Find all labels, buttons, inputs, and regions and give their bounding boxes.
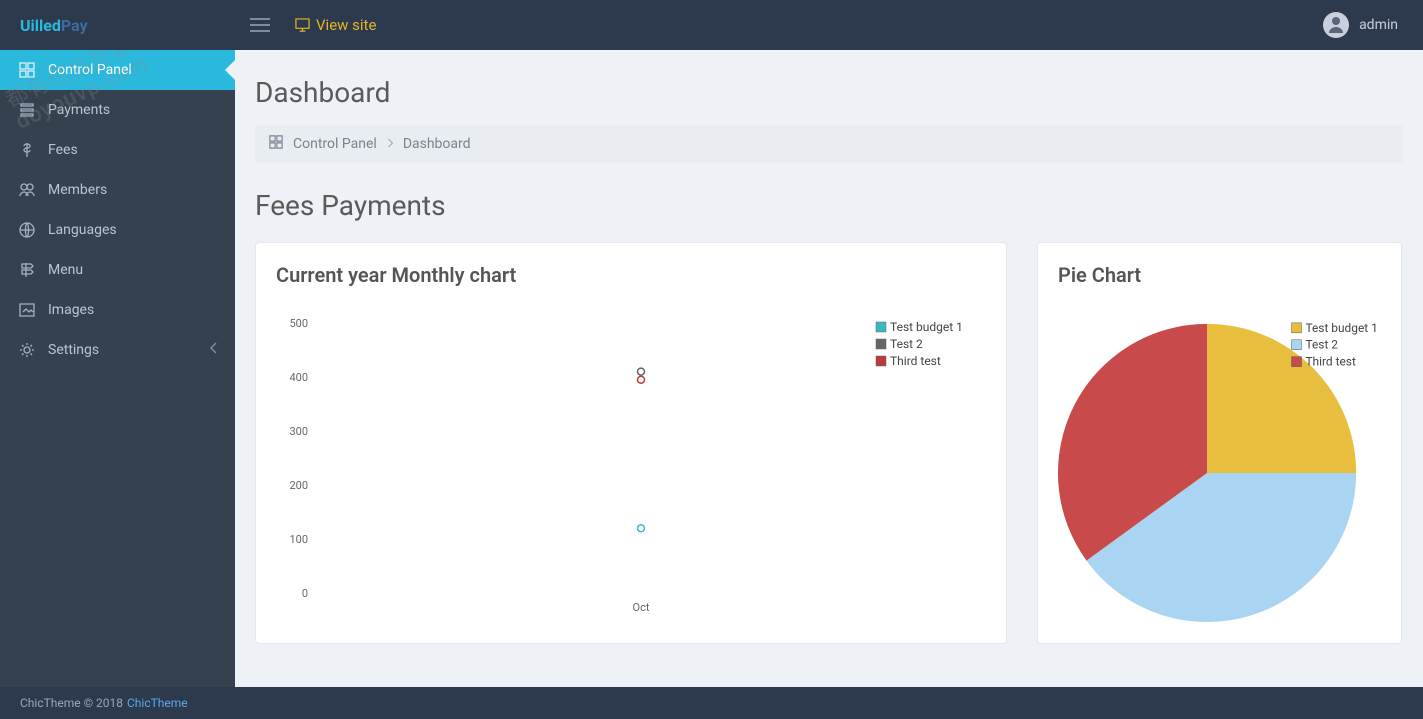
- footer-link[interactable]: ChicTheme: [127, 696, 188, 710]
- pie-chart-title: Pie Chart: [1058, 263, 1381, 287]
- brand-part1: Uilled: [20, 16, 61, 35]
- sidebar-item-menu[interactable]: Menu: [0, 250, 235, 290]
- sidebar-item-label: Payments: [48, 102, 110, 118]
- image-icon: [18, 301, 36, 319]
- username: admin: [1359, 17, 1398, 33]
- sidebar-item-images[interactable]: Images: [0, 290, 235, 330]
- brand-logo[interactable]: UilledPay: [0, 0, 235, 50]
- svg-text:Test budget 1: Test budget 1: [1305, 321, 1377, 335]
- sidebar-item-fees[interactable]: Fees: [0, 130, 235, 170]
- footer-text: ChicTheme © 2018: [20, 696, 123, 710]
- view-site-label: View site: [316, 16, 376, 34]
- breadcrumb-dashboard: Dashboard: [403, 136, 471, 152]
- breadcrumb: Control Panel Dashboard: [255, 125, 1403, 163]
- breadcrumb-control-panel[interactable]: Control Panel: [293, 136, 377, 152]
- svg-text:100: 100: [289, 533, 308, 546]
- svg-text:300: 300: [289, 425, 308, 438]
- sidebar-item-control-panel[interactable]: Control Panel: [0, 50, 235, 90]
- monthly-chart-card: Current year Monthly chart 0 100 200 300 400…: [255, 242, 1007, 644]
- svg-text:Test 2: Test 2: [890, 337, 923, 351]
- svg-text:Oct: Oct: [633, 601, 650, 614]
- dollar-icon: [18, 141, 36, 159]
- hamburger-icon: [250, 18, 270, 32]
- person-icon: [1327, 16, 1345, 34]
- svg-text:Test budget 1: Test budget 1: [890, 320, 963, 334]
- content: Dashboard Control Panel Dashboard Fees P…: [235, 50, 1423, 687]
- cards-row: Current year Monthly chart 0 100 200 300 400…: [255, 242, 1403, 644]
- svg-text:Third test: Third test: [1305, 355, 1356, 369]
- monthly-chart: 0 100 200 300 400 500 Oct Test budget 1 Test 2 Th…: [276, 303, 986, 623]
- footer: ChicTheme © 2018 ChicTheme: [0, 687, 1423, 719]
- monthly-chart-title: Current year Monthly chart: [276, 263, 986, 287]
- avatar: [1323, 12, 1349, 38]
- section-title: Fees Payments: [255, 189, 1403, 222]
- chevron-left-icon: [209, 342, 217, 358]
- users-icon: [18, 181, 36, 199]
- grid-icon: [269, 135, 283, 153]
- user-menu[interactable]: admin: [1323, 12, 1423, 38]
- svg-text:0: 0: [302, 587, 308, 600]
- gear-icon: [18, 341, 36, 359]
- signpost-icon: [18, 261, 36, 279]
- view-site-link[interactable]: View site: [285, 16, 386, 34]
- sidebar-item-label: Settings: [48, 342, 99, 358]
- list-icon: [18, 101, 36, 119]
- sidebar-item-label: Members: [48, 182, 107, 198]
- grid-icon: [18, 61, 36, 79]
- svg-text:Third test: Third test: [890, 354, 941, 368]
- sidebar-toggle[interactable]: [235, 0, 285, 50]
- sidebar-item-payments[interactable]: Payments: [0, 90, 235, 130]
- sidebar-item-label: Images: [48, 302, 94, 318]
- monitor-icon: [295, 18, 310, 33]
- svg-text:400: 400: [289, 371, 308, 384]
- sidebar-item-label: Languages: [48, 222, 117, 238]
- pie-chart: Test budget 1 Test 2 Third test: [1058, 303, 1381, 623]
- chevron-right-icon: [387, 136, 393, 152]
- sidebar-item-languages[interactable]: Languages: [0, 210, 235, 250]
- pie-chart-card: Pie Chart Test budget 1 Test 2 Third test: [1037, 242, 1402, 644]
- svg-text:200: 200: [289, 479, 308, 492]
- brand-part2: Pay: [61, 16, 88, 35]
- topbar: UilledPay View site admin: [0, 0, 1423, 50]
- page-title: Dashboard: [255, 76, 1403, 109]
- sidebar-item-members[interactable]: Members: [0, 170, 235, 210]
- sidebar-item-label: Menu: [48, 262, 83, 278]
- sidebar: Control Panel Payments Fees Members Language…: [0, 50, 235, 687]
- sidebar-item-label: Control Panel: [48, 62, 132, 78]
- globe-icon: [18, 221, 36, 239]
- svg-text:Test 2: Test 2: [1305, 338, 1338, 352]
- svg-text:500: 500: [289, 317, 308, 330]
- sidebar-item-settings[interactable]: Settings: [0, 330, 235, 370]
- sidebar-item-label: Fees: [48, 142, 78, 158]
